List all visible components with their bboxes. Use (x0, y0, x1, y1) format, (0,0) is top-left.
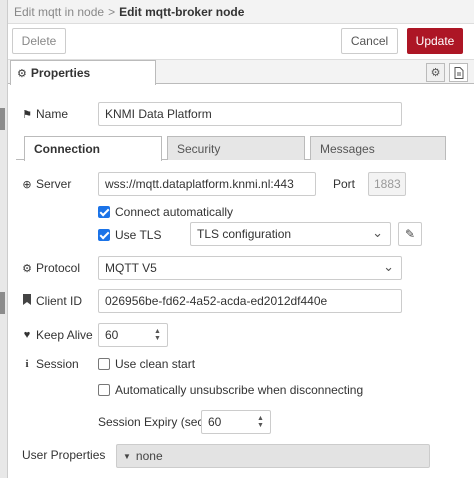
server-row-label: ⊕ Server (22, 176, 71, 192)
tab-properties-label: Properties (30, 66, 91, 80)
name-label: Name (36, 107, 69, 121)
name-row-label: ⚑ Name (22, 106, 68, 122)
protocol-select[interactable]: MQTT V5 (98, 256, 402, 280)
edge-marker (0, 292, 5, 314)
keep-alive-label: Keep Alive (36, 328, 93, 342)
use-tls-checkbox-row[interactable]: Use TLS (98, 228, 161, 242)
subtab-connection[interactable]: Connection (24, 136, 162, 161)
session-expiry-label: Session Expiry (secs) (98, 415, 214, 429)
update-button[interactable]: Update (407, 28, 463, 54)
use-tls-checkbox[interactable] (98, 229, 110, 241)
name-input[interactable]: KNMI Data Platform (98, 102, 402, 126)
delete-button[interactable]: Delete (12, 28, 66, 54)
auto-unsubscribe-label: Automatically unsubscribe when disconnec… (115, 383, 364, 397)
tag-icon: ⚑ (22, 108, 32, 121)
auto-unsubscribe-checkbox-row[interactable]: Automatically unsubscribe when disconnec… (98, 383, 363, 397)
protocol-label: Protocol (36, 261, 81, 275)
edit-tls-config-button[interactable]: ✎ (398, 222, 422, 246)
heartbeat-icon: ♥ (23, 329, 31, 341)
client-id-input[interactable]: 026956be-fd62-4a52-acda-ed2012df440e (98, 289, 402, 313)
server-label: Server (36, 177, 72, 191)
connection-subtabs: Connection Security Messages (16, 136, 446, 161)
keep-alive-value: 60 (105, 328, 119, 342)
breadcrumb-current: Edit mqtt-broker node (119, 4, 245, 19)
clean-start-label: Use clean start (115, 357, 196, 371)
user-properties-label: User Properties (22, 448, 106, 462)
document-icon (454, 66, 463, 79)
breadcrumb-separator: > (108, 4, 116, 19)
client-id-label: Client ID (36, 294, 83, 308)
tray-tabbar: ⚙ Properties ⚙ (8, 60, 474, 85)
edge-marker (0, 108, 5, 130)
spinner-arrows-icon[interactable]: ▲ ▼ (257, 415, 266, 429)
session-expiry-spinner[interactable]: 60 ▲ ▼ (201, 410, 271, 434)
connect-automatically-checkbox-row[interactable]: Connect automatically (98, 205, 233, 219)
port-label: Port (333, 177, 356, 191)
tls-config-value: TLS configuration (197, 227, 292, 241)
server-input[interactable]: wss://mqtt.dataplatform.knmi.nl:443 (98, 172, 316, 196)
use-tls-label: Use TLS (115, 228, 162, 242)
spinner-arrows-icon[interactable]: ▲ ▼ (154, 328, 163, 342)
auto-unsubscribe-checkbox[interactable] (98, 384, 110, 396)
bookmark-icon (22, 294, 32, 308)
tls-config-select[interactable]: TLS configuration (190, 222, 391, 246)
settings-tab-gear-icon[interactable]: ⚙ (426, 63, 445, 82)
session-row-label: i Session (22, 356, 79, 372)
description-tab-document-icon[interactable] (449, 63, 468, 82)
left-edge-strip (0, 0, 8, 478)
subtab-security[interactable]: Security (167, 136, 305, 160)
session-label: Session (36, 357, 79, 371)
tab-properties[interactable]: ⚙ Properties (10, 60, 156, 85)
pencil-icon: ✎ (404, 227, 416, 241)
protocol-value: MQTT V5 (105, 261, 157, 275)
subtab-messages[interactable]: Messages (310, 136, 446, 160)
breadcrumb: Edit mqtt in node > Edit mqtt-broker nod… (8, 0, 474, 24)
keep-alive-spinner[interactable]: 60 ▲ ▼ (98, 323, 168, 347)
session-expiry-value: 60 (208, 415, 222, 429)
tray-toolbar: Delete Cancel Update (8, 24, 474, 60)
info-icon: i (25, 358, 29, 370)
protocol-row-label: ⚙ Protocol (22, 260, 80, 276)
user-properties-value: none (135, 449, 163, 463)
connect-automatically-label: Connect automatically (115, 205, 234, 219)
gear-icon: ⚙ (17, 67, 27, 80)
cog-icon: ⚙ (22, 262, 32, 275)
connect-automatically-checkbox[interactable] (98, 206, 110, 218)
globe-icon: ⊕ (22, 178, 32, 191)
breadcrumb-parent[interactable]: Edit mqtt in node (14, 5, 104, 19)
port-input[interactable]: 1883 (368, 172, 406, 196)
client-id-row-label: Client ID (22, 293, 82, 309)
caret-down-icon: ▼ (123, 451, 131, 461)
keep-alive-row-label: ♥ Keep Alive (22, 327, 93, 343)
user-properties-select[interactable]: ▼ none (116, 444, 430, 468)
clean-start-checkbox-row[interactable]: Use clean start (98, 357, 195, 371)
clean-start-checkbox[interactable] (98, 358, 110, 370)
cancel-button[interactable]: Cancel (341, 28, 398, 54)
